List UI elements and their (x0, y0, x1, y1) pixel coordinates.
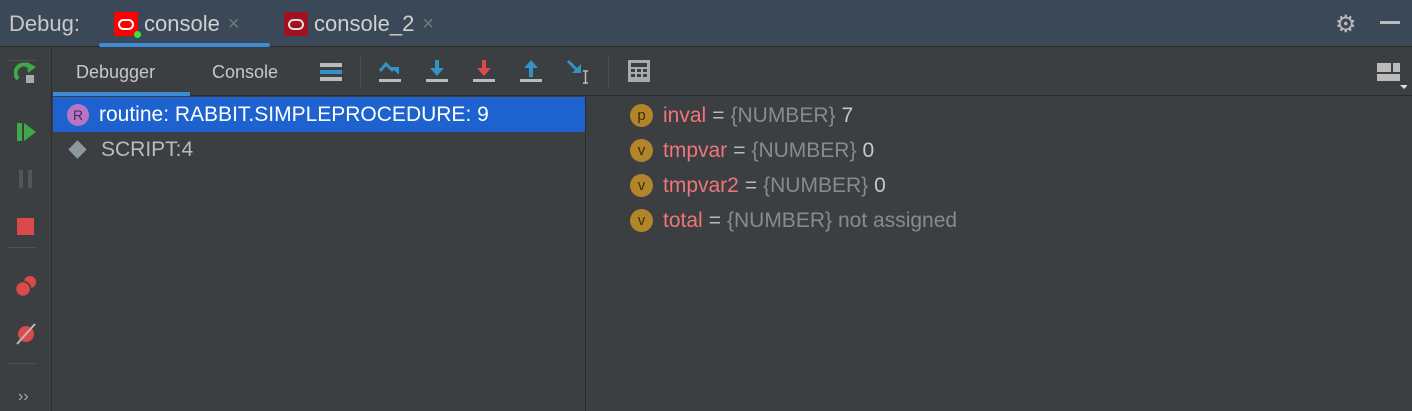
variable-item[interactable]: p inval = {NUMBER} 7 (630, 98, 957, 133)
tab-debugger[interactable]: Debugger (76, 62, 155, 83)
variable-icon: v (630, 139, 653, 162)
equals: = (733, 138, 746, 162)
oracle-icon (114, 12, 141, 38)
variable-name: inval (663, 103, 707, 127)
divider (7, 247, 36, 248)
debug-header: Debug: console × console_2 × ⚙ (0, 0, 1412, 47)
more-icon[interactable]: ›› (18, 388, 29, 406)
equals: = (708, 208, 721, 232)
tab-console[interactable]: Console (212, 62, 278, 83)
variable-icon: v (630, 174, 653, 197)
divider (7, 363, 36, 364)
view-breakpoints-icon[interactable] (13, 273, 39, 299)
variable-type: {NUMBER} (751, 138, 857, 162)
variable-item[interactable]: v tmpvar2 = {NUMBER} 0 (630, 168, 957, 203)
variable-name: total (663, 208, 703, 232)
variable-icon: v (630, 209, 653, 232)
debug-label: Debug: (9, 11, 80, 36)
layout-settings-icon[interactable] (1375, 58, 1408, 89)
divider (608, 56, 609, 88)
debugger-toolbar: Debugger Console (53, 48, 1412, 96)
step-out-icon[interactable] (518, 58, 546, 86)
step-over-icon[interactable] (377, 58, 405, 86)
close-icon[interactable]: × (228, 13, 240, 36)
step-into-icon[interactable] (424, 58, 452, 86)
gear-icon[interactable]: ⚙ (1335, 10, 1357, 39)
variable-name: tmpvar2 (663, 173, 739, 197)
tab-label: console_2 (314, 11, 415, 36)
routine-icon: R (67, 103, 89, 126)
equals: = (744, 173, 758, 197)
equals: = (712, 103, 725, 127)
tab-label: console (144, 11, 220, 36)
frame-label: routine: RABBIT.SIMPLEPROCEDURE: 9 (99, 102, 489, 126)
tab-console-2[interactable]: console_2 × (284, 9, 434, 39)
evaluate-expression-icon[interactable] (626, 58, 654, 86)
tab-console[interactable]: console × (114, 9, 240, 39)
active-tab-indicator (99, 43, 270, 47)
stop-icon[interactable] (13, 214, 39, 240)
variable-value: 0 (874, 173, 886, 197)
close-icon[interactable]: × (422, 13, 434, 36)
active-tab-indicator (53, 92, 190, 96)
divider (360, 56, 361, 88)
frame-item[interactable]: SCRIPT:4 (53, 132, 585, 167)
minimize-icon[interactable] (1380, 21, 1400, 24)
rerun-icon[interactable] (13, 60, 39, 86)
parameter-icon: p (630, 104, 653, 127)
variables-list: p inval = {NUMBER} 7 v tmpvar = {NUMBER} 0 v tmpv… (630, 98, 957, 238)
pause-icon[interactable] (13, 166, 39, 192)
mute-breakpoints-icon[interactable] (13, 321, 39, 347)
divider (7, 60, 36, 61)
frame-item[interactable]: R routine: RABBIT.SIMPLEPROCEDURE: 9 (53, 97, 585, 132)
variable-value: not assigned (838, 208, 958, 232)
left-toolbar: ›› (0, 48, 52, 411)
resume-icon[interactable] (13, 119, 39, 145)
oracle-icon (284, 12, 308, 36)
frames-list: R routine: RABBIT.SIMPLEPROCEDURE: 9 SCR… (53, 97, 586, 411)
variable-value: 0 (862, 138, 875, 162)
variable-item[interactable]: v total = {NUMBER} not assigned (630, 203, 957, 238)
frame-label: SCRIPT:4 (101, 137, 194, 161)
variable-type: {NUMBER} (726, 208, 832, 232)
show-execution-point-icon[interactable] (318, 58, 346, 86)
variable-item[interactable]: v tmpvar = {NUMBER} 0 (630, 133, 957, 168)
variable-value: 7 (841, 103, 854, 127)
variable-type: {NUMBER} (763, 173, 869, 197)
run-to-cursor-icon[interactable] (565, 58, 593, 86)
script-icon (68, 140, 87, 159)
force-step-into-icon[interactable] (471, 58, 499, 86)
variable-type: {NUMBER} (730, 103, 836, 127)
variable-name: tmpvar (663, 138, 728, 162)
